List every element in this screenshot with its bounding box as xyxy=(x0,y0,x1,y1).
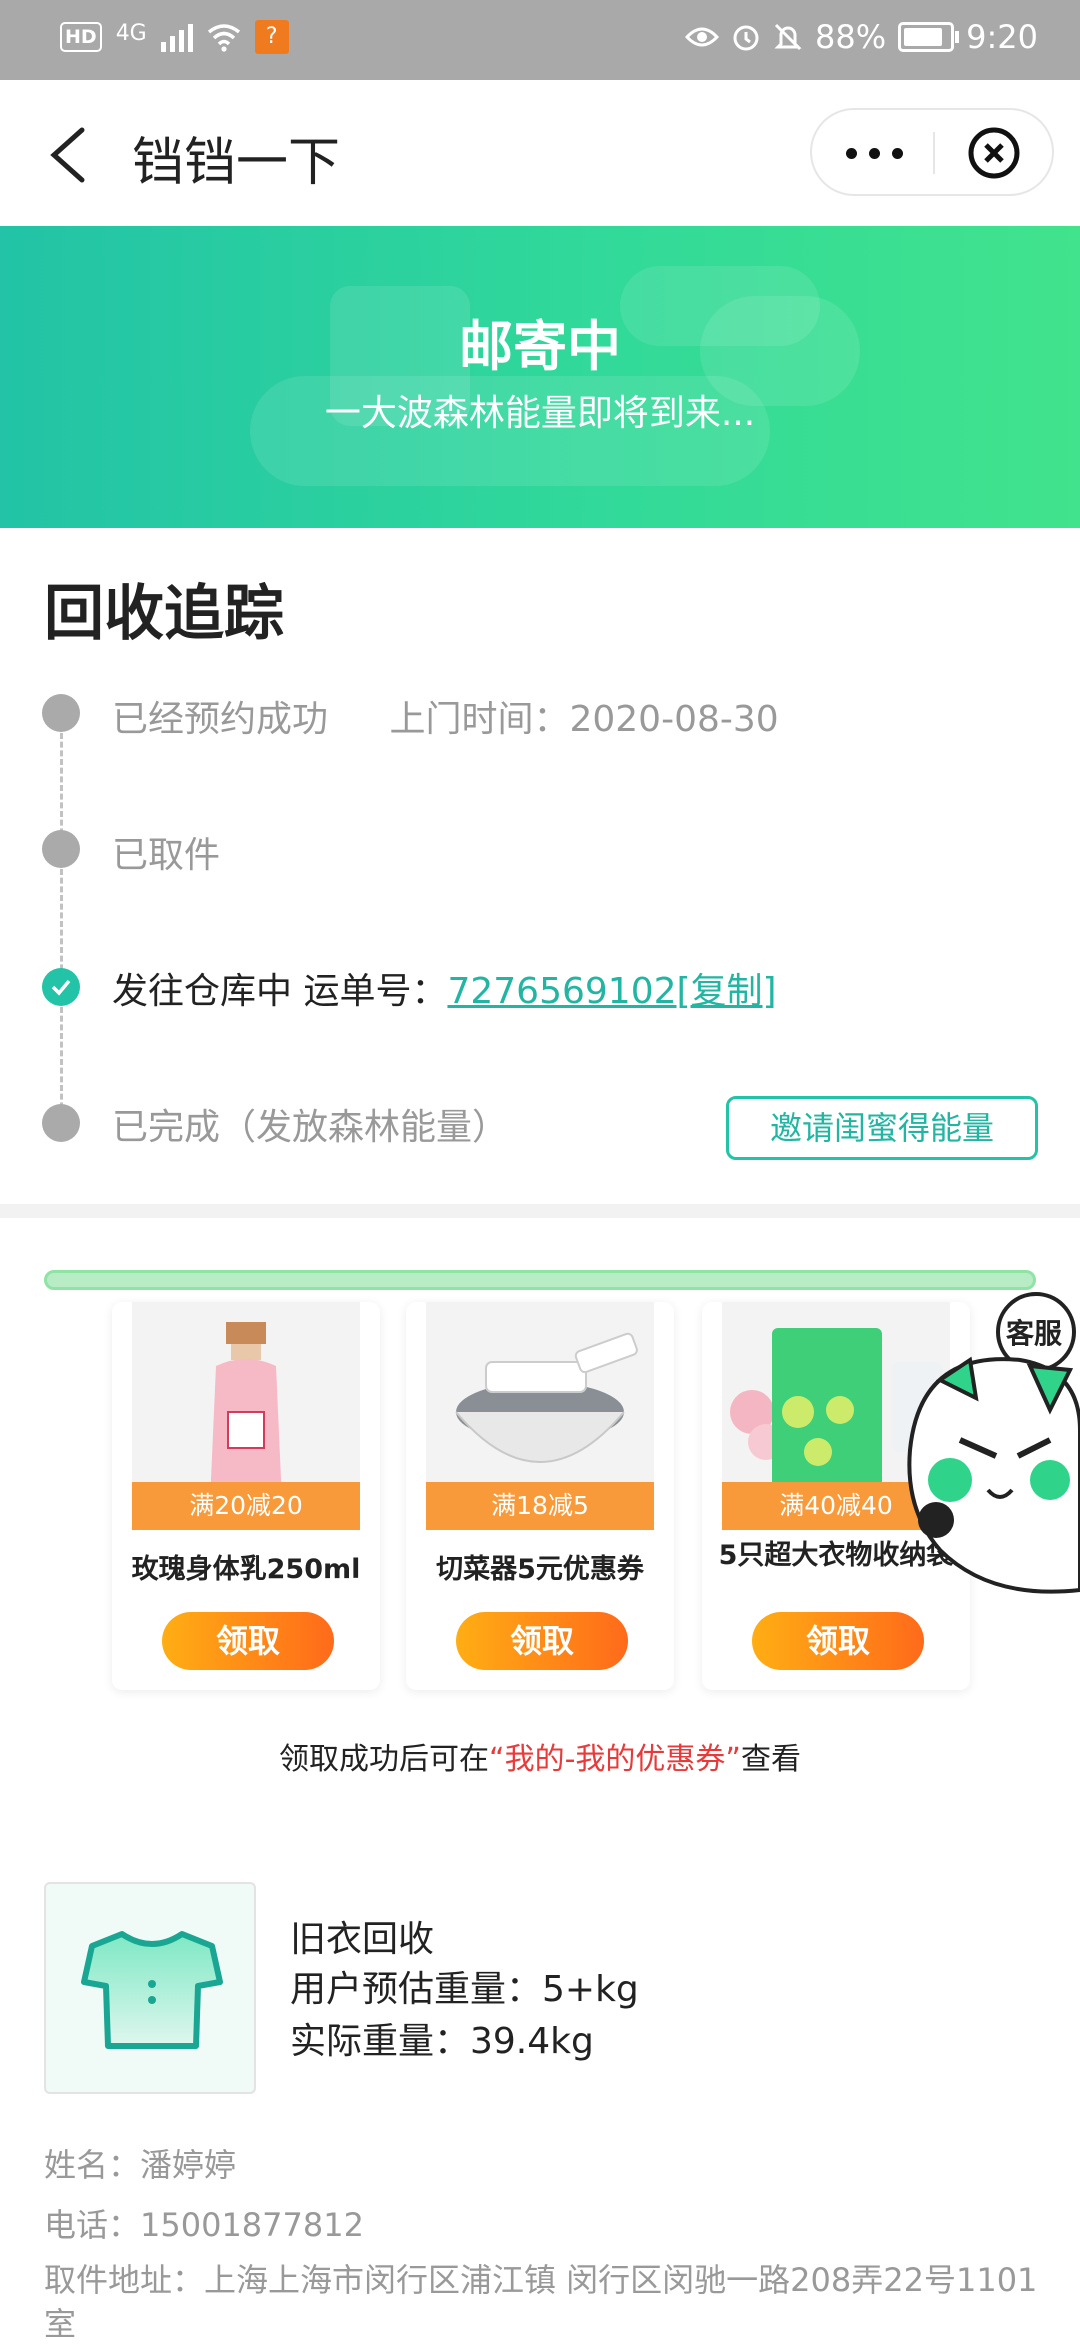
customer-service-label: 客服 xyxy=(1006,1317,1063,1350)
shirt-icon xyxy=(81,1931,223,2049)
panel-top-bar xyxy=(44,1270,1036,1290)
status-banner: 邮寄中 一大波森林能量即将到来... xyxy=(0,226,1080,528)
invite-friends-button[interactable]: 邀请闺蜜得能量 xyxy=(726,1096,1038,1160)
step-label: 已取件 xyxy=(112,835,221,876)
hd-indicator: HD xyxy=(60,22,102,52)
check-icon xyxy=(42,968,80,1006)
timeline-connector xyxy=(60,869,63,979)
banner-subtitle: 一大波森林能量即将到来... xyxy=(324,393,756,434)
coupon-card: 满18减5 切菜器5元优惠券 领取 xyxy=(406,1302,674,1690)
eye-icon xyxy=(685,27,720,47)
customer-service-mascot[interactable]: 客服 xyxy=(900,1290,1080,1610)
contact-phone: 电话：15001877812 xyxy=(44,2206,364,2244)
timeline-connector xyxy=(60,1007,63,1117)
step-label: 发往仓库中 运单号： xyxy=(112,971,448,1012)
waybill-number-link[interactable]: 7276569102 xyxy=(447,971,676,1012)
more-icon[interactable] xyxy=(846,148,903,159)
contact-name: 姓名：潘婷婷 xyxy=(44,2146,237,2184)
coupon-tag: 满18减5 xyxy=(426,1482,654,1530)
coupon-name: 切菜器5元优惠券 xyxy=(436,1554,644,1585)
pickup-time: 上门时间：2020-08-30 xyxy=(389,699,779,740)
claim-button[interactable]: 领取 xyxy=(752,1612,924,1670)
step-label: 已经预约成功 xyxy=(112,699,329,740)
timeline-connector xyxy=(60,733,63,843)
copy-waybill-link[interactable]: [复制] xyxy=(677,971,777,1012)
network-type: 4G xyxy=(115,20,147,46)
tracking-heading: 回收追踪 xyxy=(44,579,284,649)
status-bar: HD 4G ? 88% 9:20 xyxy=(0,0,1080,80)
coupon-card: 满20减20 玫瑰身体乳250ml 领取 xyxy=(112,1302,380,1690)
app-notification-icon: ? xyxy=(254,20,289,54)
coupon-note: 领取成功后可在“我的-我的优惠券”查看 xyxy=(279,1742,801,1777)
pickup-address: 取件地址：上海上海市闵行区浦江镇 闵行区闵驰一路208弄22号1101室 xyxy=(44,2261,1038,2343)
step-done-dot xyxy=(42,830,80,868)
title-bar: 铛铛一下 xyxy=(0,80,1080,226)
page-title: 铛铛一下 xyxy=(132,133,341,193)
mini-program-capsule xyxy=(810,108,1054,196)
section-divider xyxy=(0,1204,1080,1218)
battery-icon xyxy=(898,22,960,52)
coupon-tag: 满20减20 xyxy=(132,1482,360,1530)
alarm-icon xyxy=(733,25,759,51)
back-arrow-icon[interactable] xyxy=(44,120,104,190)
claim-button[interactable]: 领取 xyxy=(456,1612,628,1670)
banner-title: 邮寄中 xyxy=(459,315,621,378)
step-done-dot xyxy=(42,694,80,732)
claim-button[interactable]: 领取 xyxy=(162,1612,334,1670)
estimated-weight: 用户预估重量：5+kg xyxy=(290,1969,639,2010)
signal-icon xyxy=(160,22,193,52)
coupon-panel: 满20减20 玫瑰身体乳250ml 领取 满18减5 切菜器5元优惠券 领取 满… xyxy=(44,1270,1036,1830)
clock: 9:20 xyxy=(966,18,1038,56)
battery-percent: 88% xyxy=(815,18,887,56)
order-category: 旧衣回收 xyxy=(290,1919,435,1960)
mute-icon xyxy=(774,23,802,51)
step-label: 已完成（发放森林能量） xyxy=(112,1107,509,1148)
category-thumbnail xyxy=(44,1882,256,2094)
coupon-name: 玫瑰身体乳250ml xyxy=(131,1554,361,1585)
step-pending-dot xyxy=(42,1104,80,1142)
close-icon[interactable] xyxy=(967,126,1021,180)
wifi-icon xyxy=(207,24,240,52)
my-coupons-link: “我的-我的优惠券” xyxy=(489,1742,741,1777)
actual-weight: 实际重量：39.4kg xyxy=(290,2021,594,2062)
